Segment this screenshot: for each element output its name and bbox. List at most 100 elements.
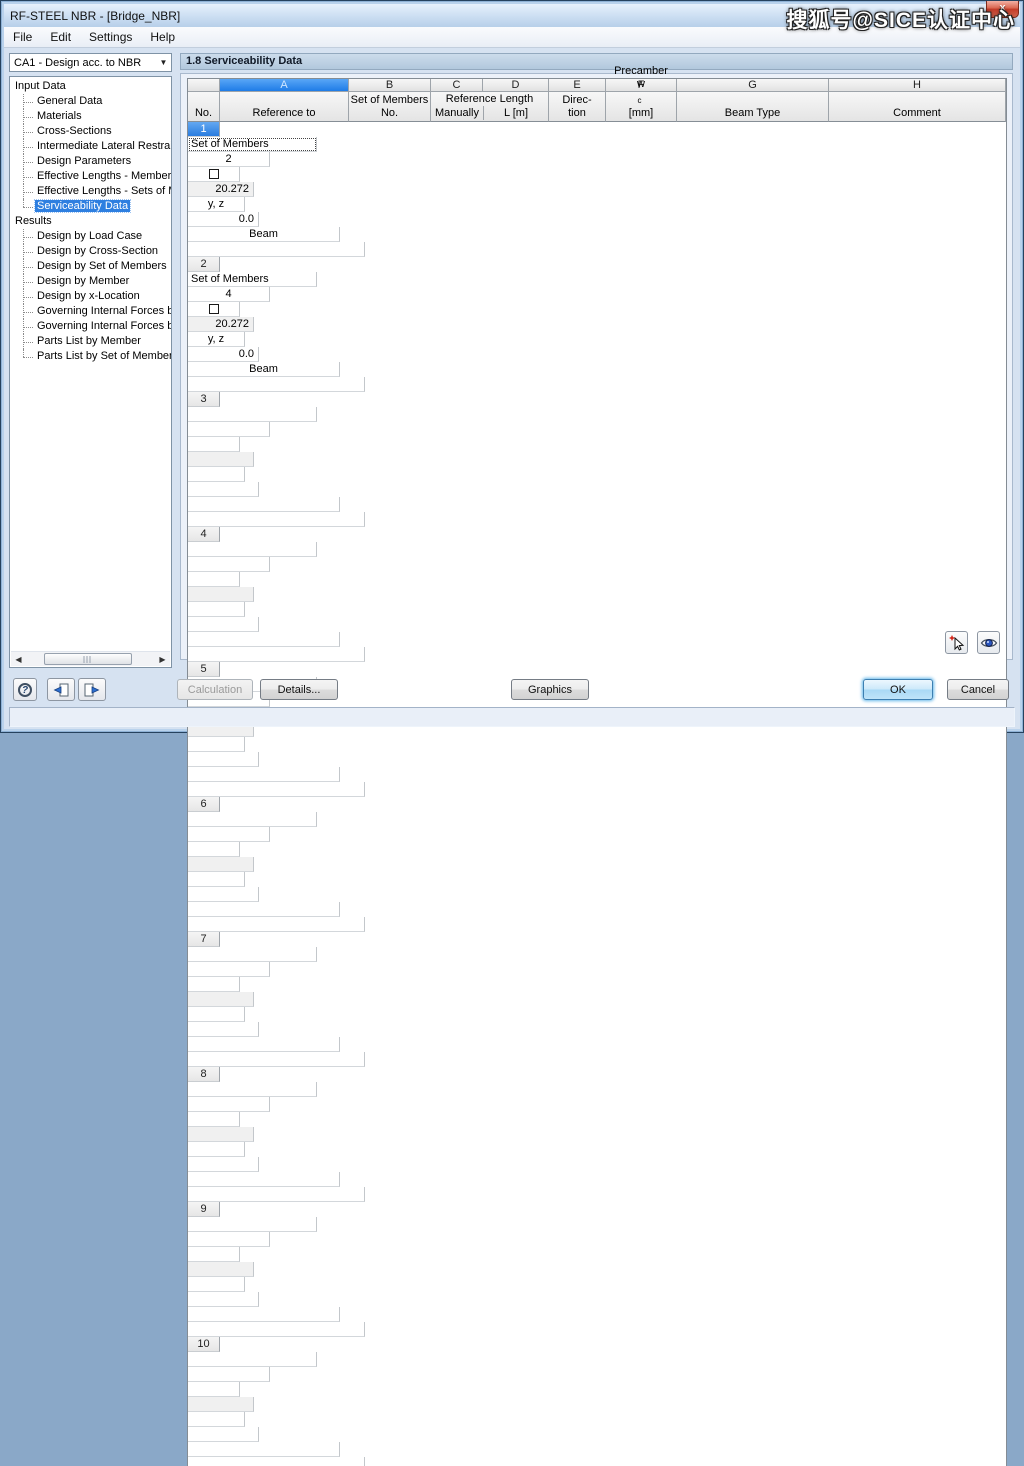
row-number[interactable]: 7 (188, 932, 220, 947)
sidebar-item-cross-sections[interactable]: Cross-Sections (20, 124, 171, 139)
menu-item-file[interactable]: File (4, 28, 41, 46)
cell-precamber[interactable] (188, 887, 259, 902)
cell-manually[interactable] (188, 1247, 240, 1262)
row-number[interactable]: 10 (188, 1337, 220, 1352)
cell-reference-to[interactable] (188, 1082, 317, 1097)
chevron-down-icon[interactable]: ▼ (156, 58, 171, 67)
cell-precamber[interactable] (188, 752, 259, 767)
cell-comment[interactable] (188, 1322, 365, 1337)
cell-reference-to[interactable]: Set of Members (188, 137, 317, 152)
row-number[interactable]: 8 (188, 1067, 220, 1082)
row-number[interactable]: 5 (188, 662, 220, 677)
column-header-e[interactable]: E (549, 79, 606, 92)
cell-comment[interactable] (188, 242, 365, 257)
cell-precamber[interactable] (188, 617, 259, 632)
row-number[interactable]: 3 (188, 392, 220, 407)
column-header-g[interactable]: G (677, 79, 829, 92)
scroll-left-arrow-icon[interactable]: ◀ (11, 652, 26, 667)
sidebar-item-parts-list-by-set-of-members[interactable]: Parts List by Set of Members (20, 349, 171, 364)
menu-item-settings[interactable]: Settings (80, 28, 141, 46)
scrollbar-thumb[interactable] (44, 653, 132, 665)
row-number[interactable]: 1 (188, 122, 220, 137)
cell-reference-to[interactable] (188, 947, 317, 962)
cell-direction[interactable] (188, 467, 245, 482)
cell-manually[interactable] (188, 1112, 240, 1127)
cell-precamber[interactable] (188, 1292, 259, 1307)
cell-comment[interactable] (188, 377, 365, 392)
sidebar-item-materials[interactable]: Materials (20, 109, 171, 124)
cell-reference-to[interactable] (188, 1352, 317, 1367)
cell-precamber[interactable]: 0.0 (188, 212, 259, 227)
sidebar-item-effective-lengths-members[interactable]: Effective Lengths - Members (20, 169, 171, 184)
help-button[interactable]: ? (13, 678, 37, 701)
cell-manually[interactable] (188, 437, 240, 452)
cell-beam-type[interactable] (188, 767, 340, 782)
cell-manually[interactable] (188, 1382, 240, 1397)
cell-direction[interactable]: y, z (188, 332, 245, 347)
cell-direction[interactable] (188, 1277, 245, 1292)
cell-set-of-members-no[interactable] (188, 1097, 270, 1112)
title-bar[interactable]: RF-STEEL NBR - [Bridge_NBR] (4, 4, 1020, 27)
sidebar-item-design-by-set-of-members[interactable]: Design by Set of Members (20, 259, 171, 274)
view-graphic-button[interactable] (977, 631, 1000, 654)
column-corner-cell[interactable] (188, 79, 220, 92)
pick-members-button[interactable] (945, 631, 968, 654)
cell-set-of-members-no[interactable] (188, 1367, 270, 1382)
cell-direction[interactable] (188, 1142, 245, 1157)
row-number[interactable]: 4 (188, 527, 220, 542)
menu-item-help[interactable]: Help (141, 28, 184, 46)
cell-direction[interactable] (188, 1412, 245, 1427)
cell-manually[interactable] (188, 842, 240, 857)
scroll-right-arrow-icon[interactable]: ▶ (155, 652, 170, 667)
cell-beam-type[interactable]: Beam (188, 362, 340, 377)
next-table-button[interactable] (78, 678, 106, 701)
cell-set-of-members-no[interactable] (188, 827, 270, 842)
row-number[interactable]: 9 (188, 1202, 220, 1217)
cell-precamber[interactable] (188, 1427, 259, 1442)
cell-comment[interactable] (188, 1187, 365, 1202)
calculation-button[interactable]: Calculation (177, 679, 253, 700)
cell-direction[interactable] (188, 737, 245, 752)
cell-reference-to[interactable] (188, 542, 317, 557)
sidebar-item-design-by-cross-section[interactable]: Design by Cross-Section (20, 244, 171, 259)
column-header-a[interactable]: A (220, 79, 349, 92)
manually-checkbox[interactable] (209, 169, 219, 179)
cell-manually[interactable] (188, 572, 240, 587)
sidebar-item-serviceability-data[interactable]: Serviceability Data (20, 199, 171, 214)
sidebar-item-intermediate-lateral-restraints[interactable]: Intermediate Lateral Restraints (20, 139, 171, 154)
cell-manually[interactable] (188, 302, 240, 317)
previous-table-button[interactable] (47, 678, 75, 701)
details-button[interactable]: Details... (260, 679, 338, 700)
cell-comment[interactable] (188, 647, 365, 662)
menu-item-edit[interactable]: Edit (41, 28, 80, 46)
sidebar-item-effective-lengths-sets-of-mer[interactable]: Effective Lengths - Sets of Mer (20, 184, 171, 199)
cell-comment[interactable] (188, 1457, 365, 1466)
design-case-select[interactable]: CA1 - Design acc. to NBR ▼ (9, 53, 172, 72)
sidebar-item-parts-list-by-member[interactable]: Parts List by Member (20, 334, 171, 349)
cell-beam-type[interactable] (188, 1037, 340, 1052)
cell-set-of-members-no[interactable]: 2 (188, 152, 270, 167)
cell-beam-type[interactable] (188, 1442, 340, 1457)
cell-direction[interactable]: y, z (188, 197, 245, 212)
cell-set-of-members-no[interactable] (188, 962, 270, 977)
cell-comment[interactable] (188, 917, 365, 932)
cell-manually[interactable] (188, 977, 240, 992)
sidebar-item-design-by-member[interactable]: Design by Member (20, 274, 171, 289)
cell-set-of-members-no[interactable] (188, 422, 270, 437)
cell-set-of-members-no[interactable]: 4 (188, 287, 270, 302)
column-header-h[interactable]: H (829, 79, 1006, 92)
cell-beam-type[interactable] (188, 632, 340, 647)
column-header-c[interactable]: C (431, 79, 483, 92)
cell-direction[interactable] (188, 602, 245, 617)
cell-precamber[interactable] (188, 482, 259, 497)
cell-beam-type[interactable] (188, 1172, 340, 1187)
ok-button[interactable]: OK (863, 679, 933, 700)
cell-set-of-members-no[interactable] (188, 1232, 270, 1247)
close-button[interactable]: x (986, 1, 1019, 18)
sidebar-item-governing-internal-forces-by-s[interactable]: Governing Internal Forces by S (20, 319, 171, 334)
cell-comment[interactable] (188, 512, 365, 527)
cell-precamber[interactable] (188, 1157, 259, 1172)
sidebar-item-governing-internal-forces-by-m[interactable]: Governing Internal Forces by M (20, 304, 171, 319)
cell-set-of-members-no[interactable] (188, 557, 270, 572)
manually-checkbox[interactable] (209, 304, 219, 314)
